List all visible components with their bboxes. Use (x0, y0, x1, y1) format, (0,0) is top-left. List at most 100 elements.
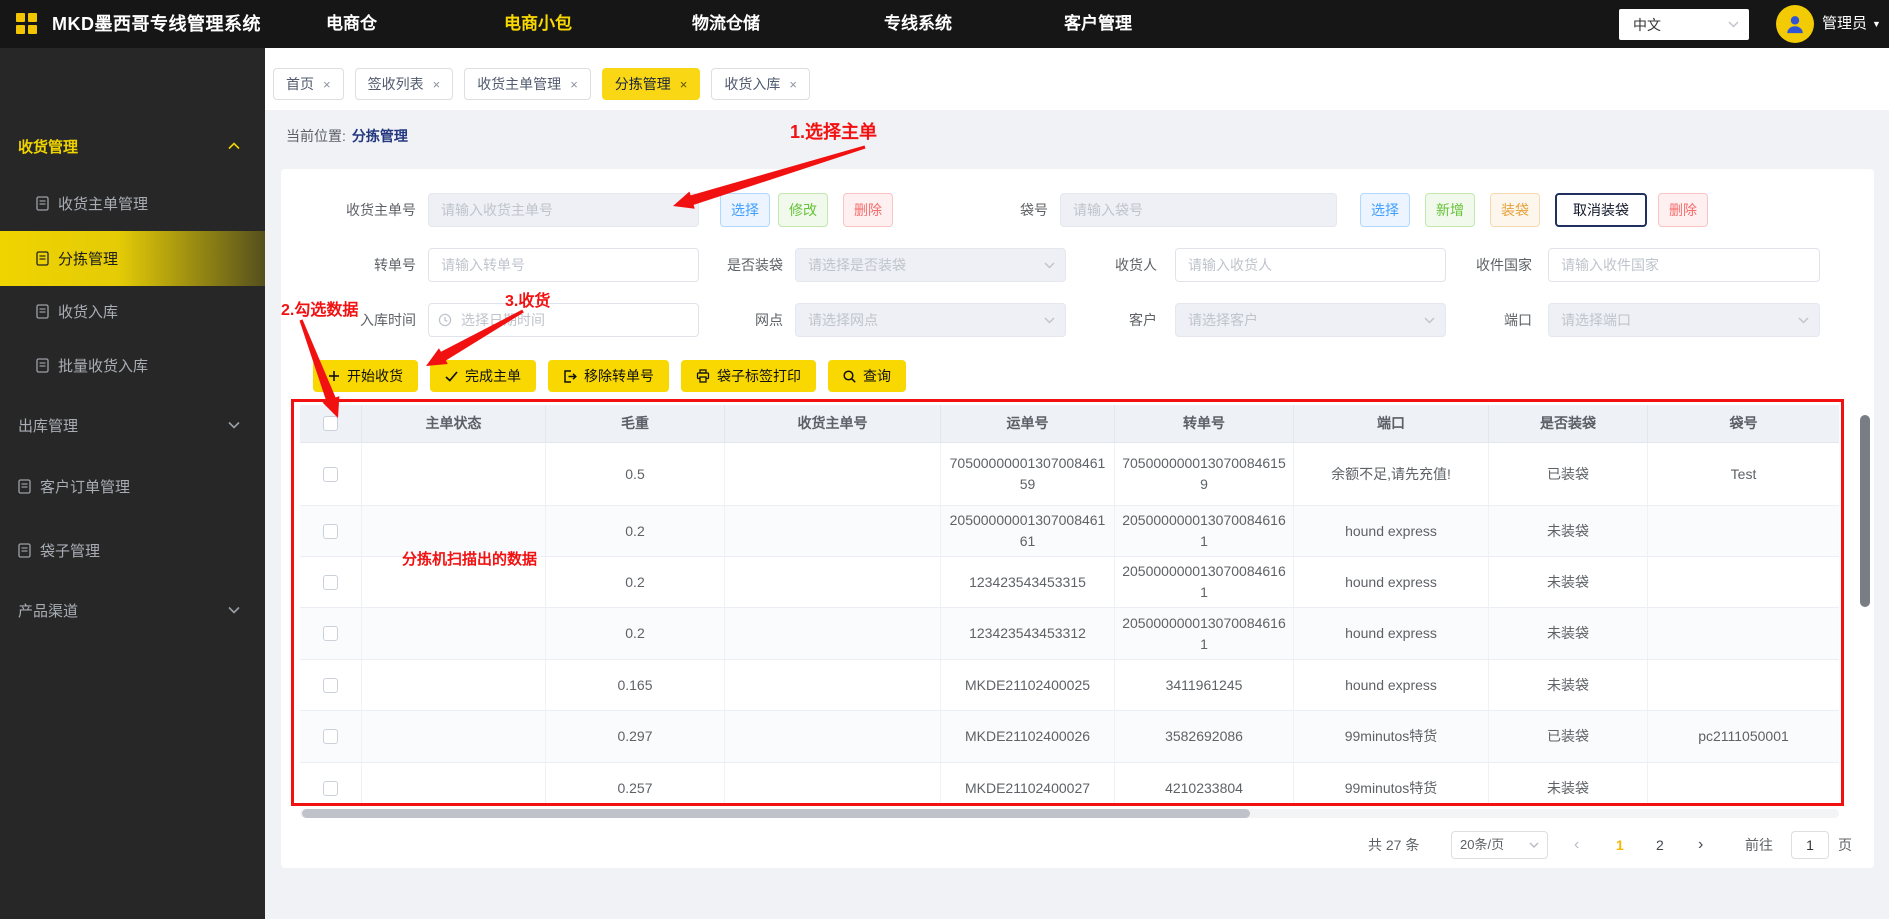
query-button[interactable]: 查询 (828, 360, 906, 392)
sidebar-item-label: 批量收货入库 (58, 357, 149, 375)
is-bagged-select[interactable] (795, 248, 1066, 282)
tab-receive-master-mgmt[interactable]: 收货主单管理 × (464, 68, 591, 100)
label-country: 收件国家 (1476, 257, 1532, 273)
row-checkbox[interactable] (323, 574, 338, 590)
tab-receive-inbound[interactable]: 收货入库 × (711, 68, 810, 100)
bag-select-button[interactable]: 选择 (1360, 193, 1410, 227)
bag-no-input[interactable] (1060, 193, 1337, 227)
annotation-select-master: 1.选择主单 (790, 122, 878, 142)
row-checkbox[interactable] (323, 626, 338, 641)
chevron-down-icon (1798, 317, 1809, 324)
topnav-ecommerce-parcel[interactable]: 电商小包 (504, 0, 572, 48)
row-checkbox[interactable] (323, 729, 338, 744)
master-select-button[interactable]: 选择 (720, 193, 770, 227)
page-number-1[interactable]: 1 (1616, 831, 1624, 859)
row-checkbox[interactable] (323, 781, 338, 796)
row-checkbox[interactable] (323, 523, 338, 539)
table-row: 0.5 7050000000130700846159 7050000000130… (300, 443, 1839, 506)
close-icon[interactable]: × (570, 77, 578, 92)
customer-select[interactable] (1175, 303, 1446, 337)
topnav-customer-mgmt[interactable]: 客户管理 (1064, 0, 1132, 48)
tab-strip: 首页 × 签收列表 × 收货主单管理 × 分拣管理 × 收货入库 × (265, 48, 1889, 110)
sidebar-item-batch-receive-inbound[interactable]: 批量收货入库 (0, 343, 265, 387)
horizontal-scrollbar-thumb[interactable] (302, 809, 1250, 818)
customer-value[interactable] (1175, 303, 1446, 337)
topnav-ecommerce-warehouse[interactable]: 电商仓 (326, 0, 377, 48)
inbound-time-value[interactable] (428, 303, 699, 337)
document-icon (18, 542, 31, 558)
plus-icon (329, 371, 339, 381)
vertical-scrollbar-thumb[interactable] (1860, 415, 1870, 607)
chevron-down-icon (1044, 262, 1055, 269)
topnav-dedicated-line[interactable]: 专线系统 (884, 0, 952, 48)
port-select[interactable] (1548, 303, 1820, 337)
remove-transfer-button[interactable]: 移除转单号 (548, 360, 669, 392)
col-header: 毛重 (546, 405, 725, 443)
select-all-cell (300, 405, 362, 443)
row-checkbox[interactable] (323, 677, 338, 693)
chevron-down-icon (1728, 21, 1739, 28)
bag-delete-button[interactable]: 删除 (1658, 193, 1708, 227)
chevron-up-icon (228, 142, 240, 150)
sidebar-group-receive-mgmt[interactable]: 收货管理 (0, 124, 265, 168)
label-bag-no: 袋号 (1020, 202, 1048, 218)
next-page-button[interactable]: › (1698, 831, 1703, 859)
sidebar-group-outbound-mgmt[interactable]: 出库管理 (0, 403, 265, 447)
bag-pack-button[interactable]: 装袋 (1490, 193, 1540, 227)
topnav-logistics-storage[interactable]: 物流仓储 (692, 0, 760, 48)
user-caret-down-icon[interactable]: ▼ (1872, 0, 1881, 48)
label-receiver: 收货人 (1115, 257, 1157, 273)
master-modify-button[interactable]: 修改 (778, 193, 828, 227)
page-number-2[interactable]: 2 (1656, 831, 1664, 859)
sidebar-item-label: 收货主单管理 (58, 195, 149, 213)
tab-sign-list[interactable]: 签收列表 × (354, 68, 454, 100)
sidebar-item-sorting-mgmt[interactable]: 分拣管理 (0, 231, 265, 286)
tab-home[interactable]: 首页 × (273, 68, 344, 100)
chevron-down-icon (1424, 317, 1435, 324)
bag-add-button[interactable]: 新增 (1425, 193, 1475, 227)
language-select[interactable]: 中文 (1619, 9, 1749, 40)
transfer-no-input[interactable] (428, 248, 699, 282)
page-size-select[interactable]: 20条/页 (1451, 831, 1548, 859)
inbound-time-picker[interactable] (428, 303, 699, 337)
current-user[interactable]: 管理员 (1822, 0, 1867, 48)
close-icon[interactable]: × (680, 77, 688, 92)
close-icon[interactable]: × (789, 77, 797, 92)
select-all-checkbox[interactable] (323, 416, 338, 431)
sidebar-item-label: 分拣管理 (58, 251, 119, 268)
breadcrumb: 当前位置: 分拣管理 (286, 126, 408, 146)
outlet-select[interactable] (795, 303, 1066, 337)
port-value[interactable] (1548, 303, 1820, 337)
bag-unpack-button[interactable]: 取消装袋 (1555, 193, 1647, 227)
close-icon[interactable]: × (433, 77, 441, 92)
bag-label-print-button[interactable]: 袋子标签打印 (681, 360, 816, 392)
sidebar-item-receive-master-mgmt[interactable]: 收货主单管理 (0, 181, 265, 225)
table-row: 0.297 MKDE21102400026 3582692086 99minut… (300, 711, 1839, 763)
close-icon[interactable]: × (323, 77, 331, 92)
master-delete-button[interactable]: 删除 (843, 193, 893, 227)
outlet-value[interactable] (795, 303, 1066, 337)
finish-master-button[interactable]: 完成主单 (430, 360, 536, 392)
master-no-input[interactable] (428, 193, 699, 227)
avatar[interactable] (1776, 5, 1814, 43)
goto-page-input[interactable] (1791, 831, 1829, 859)
is-bagged-value[interactable] (795, 248, 1066, 282)
label-transfer-no: 转单号 (374, 257, 416, 273)
sidebar-item-receive-inbound[interactable]: 收货入库 (0, 289, 265, 333)
goto-label: 前往 (1745, 837, 1773, 853)
col-header: 主单状态 (362, 405, 546, 443)
table-row: 0.165 MKDE21102400025 3411961245 hound e… (300, 660, 1839, 711)
sidebar-group-product-channel[interactable]: 产品渠道 (0, 588, 265, 632)
sidebar-item-customer-order-mgmt[interactable]: 客户订单管理 (0, 464, 265, 508)
receiver-input[interactable] (1175, 248, 1446, 282)
start-receive-button[interactable]: 开始收货 (313, 360, 418, 392)
prev-page-button[interactable]: ‹ (1574, 831, 1579, 859)
sidebar-item-label: 袋子管理 (40, 542, 101, 560)
sidebar-item-bag-mgmt[interactable]: 袋子管理 (0, 528, 265, 572)
clock-icon (438, 313, 452, 327)
col-header: 端口 (1294, 405, 1489, 443)
check-icon (445, 370, 458, 382)
row-checkbox[interactable] (323, 466, 338, 482)
tab-sorting-mgmt[interactable]: 分拣管理 × (601, 68, 701, 100)
country-input[interactable] (1548, 248, 1820, 282)
